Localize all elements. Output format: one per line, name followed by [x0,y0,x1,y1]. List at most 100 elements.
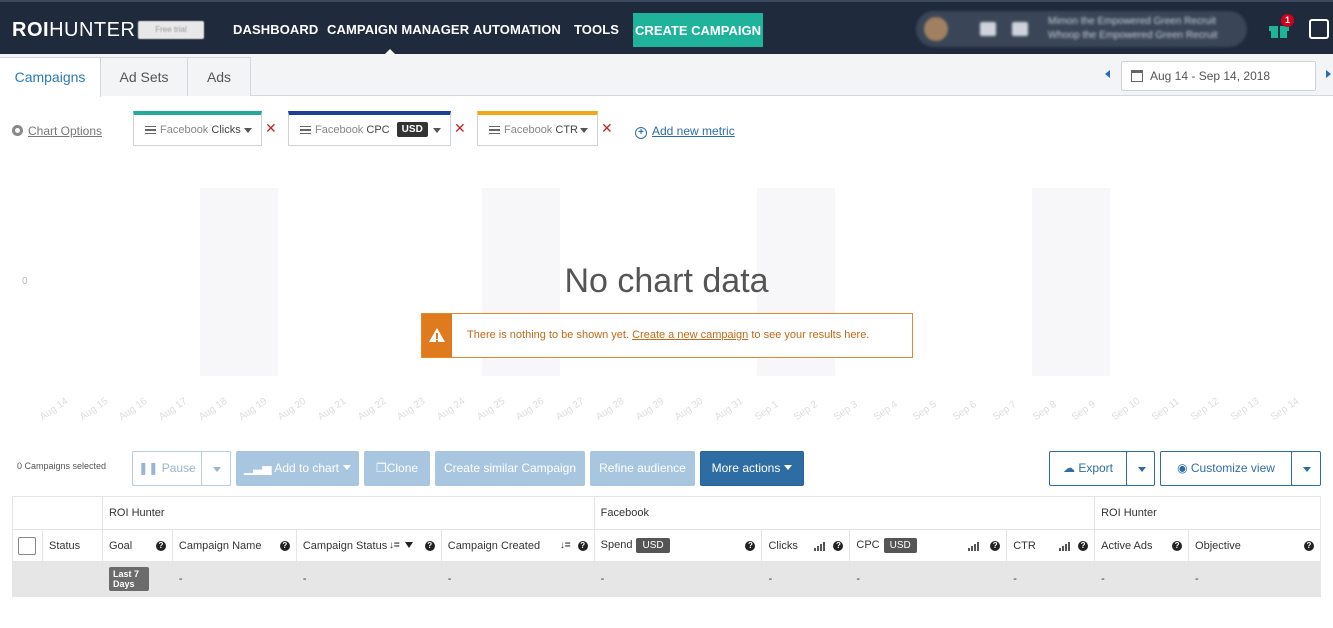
export-dropdown-toggle[interactable] [1126,451,1155,486]
add-new-metric-link[interactable]: + Add new metric [635,124,735,139]
cell-clicks: - [761,561,851,597]
x-axis-tick-label: Aug 14 [38,395,71,424]
col-active-ads[interactable]: Active Ads? [1094,529,1190,562]
help-icon[interactable]: ? [577,541,588,551]
customize-view-button[interactable]: ◉ Customize view [1160,451,1292,486]
cell-objective: - [1188,561,1321,597]
tab-campaigns[interactable]: Campaigns [0,57,101,97]
tab-ads[interactable]: Ads [187,57,251,96]
nav-automation[interactable]: AUTOMATION [473,22,561,37]
empty-state-alert: There is nothing to be shown yet. Create… [421,313,913,358]
create-campaign-button[interactable]: CREATE CAMPAIGN [633,13,763,47]
account-subtitle: Whoop the Empowered Green Recruit [1048,30,1218,41]
menu-icon [300,126,311,134]
help-icon[interactable]: ? [1172,541,1183,551]
goal-badge: Last 7 Days [108,567,149,591]
copy-icon: ❐ [375,461,387,475]
col-ctr[interactable]: CTR ? [1006,529,1096,562]
nav-dashboard[interactable]: DASHBOARD [233,22,318,37]
entity-tabs-bar: Campaigns Ad Sets Ads Aug 14 - Sep 14, 2… [0,54,1333,97]
cell-active-ads: - [1094,561,1190,597]
add-to-chart-button[interactable]: ▁▃▅ Add to chart [236,451,359,486]
help-icon[interactable]: ? [279,541,290,551]
date-range-picker[interactable]: Aug 14 - Sep 14, 2018 [1121,61,1316,91]
help-icon[interactable]: ? [1078,541,1089,551]
metric-selector-ctr[interactable]: Facebook CTR [477,111,598,146]
metric-name: CPC [366,124,390,136]
help-icon[interactable]: ? [155,541,166,551]
col-spend[interactable]: Spend USD? [593,529,763,562]
refine-audience-button[interactable]: Refine audience [590,451,695,486]
inbox-icon[interactable] [1309,19,1329,39]
col-campaign-created[interactable]: Campaign Created ↓= ? [440,529,595,562]
col-goal[interactable]: Goal? [101,529,173,562]
help-icon[interactable]: ? [424,541,435,551]
warning-icon [422,314,452,357]
col-clicks[interactable]: Clicks ? [761,529,851,562]
x-axis-tick-label: Sep 11 [1149,396,1182,424]
sort-icon[interactable]: ↓= [560,540,571,551]
nav-tools[interactable]: TOOLS [574,22,619,37]
x-axis-tick-label: Sep 7 [990,399,1019,424]
remove-metric-ctr-icon[interactable]: ✕ [601,120,613,137]
alert-message: There is nothing to be shown yet. Create… [467,329,869,341]
metric-prefix: Facebook [504,124,553,136]
menu-icon [145,126,156,134]
group-roi-hunter-2: ROI Hunter [1094,496,1321,530]
help-icon[interactable]: ? [1304,541,1314,551]
col-active-ads-label: Active Ads [1101,539,1153,552]
x-axis-tick-label: Aug 17 [157,395,190,424]
flag-icon [980,22,996,36]
export-button[interactable]: ☁ Export [1049,451,1127,486]
x-axis-tick-label: Sep 10 [1109,395,1143,424]
currency-badge: USD [636,538,670,553]
create-similar-campaign-button[interactable]: Create similar Campaign [435,451,585,486]
remove-metric-clicks-icon[interactable]: ✕ [265,120,277,137]
pause-button[interactable]: ❚❚ Pause [132,451,202,486]
customize-dropdown-toggle[interactable] [1291,451,1321,486]
chart-options-link[interactable]: Chart Options [12,124,102,138]
col-campaign-name[interactable]: Campaign Name? [171,529,297,562]
x-axis-tick-label: Sep 12 [1189,395,1222,424]
help-icon[interactable]: ? [745,541,756,551]
x-axis-tick-label: Aug 20 [276,395,309,424]
metric-selector-clicks[interactable]: Facebook Clicks [133,111,262,146]
add-to-chart-label: Add to chart [274,461,340,475]
col-status[interactable]: Status [41,529,103,562]
tab-ad-sets[interactable]: Ad Sets [100,57,188,96]
col-cpc[interactable]: CPC USD ? [849,529,1008,562]
remove-metric-cpc-icon[interactable]: ✕ [454,120,466,137]
col-objective[interactable]: Objective? [1188,529,1321,562]
nav-campaign-manager[interactable]: CAMPAIGN MANAGER [327,22,469,37]
select-all-checkbox[interactable] [18,536,36,555]
pause-dropdown-toggle[interactable] [201,451,231,486]
header-row: Status Goal? Campaign Name? Campaign Sta… [12,529,1321,562]
chevron-down-icon [244,128,252,133]
filter-icon[interactable] [404,542,413,548]
date-next-arrow[interactable] [1326,70,1331,78]
help-icon[interactable]: ? [990,541,1001,551]
sort-icon[interactable]: ↓= [389,540,400,551]
create-campaign-link[interactable]: Create a new campaign [632,329,748,341]
bar-chart-icon: ▁▃▅ [243,461,272,475]
x-axis-tick-label: Aug 24 [435,395,468,424]
roi-hunter-logo[interactable]: ROIHUNTER [12,19,135,42]
cloud-download-icon: ☁ [1062,461,1075,475]
help-icon[interactable]: ? [833,541,844,551]
date-prev-arrow[interactable] [1105,70,1110,78]
no-chart-data-title: No chart data [564,262,769,300]
x-axis-tick-label: Sep 2 [792,399,821,424]
more-actions-button[interactable]: More actions [700,451,804,486]
clone-button[interactable]: ❐Clone [364,451,430,486]
cell-cpc: - [849,561,1008,597]
x-axis-tick-label: Sep 9 [1070,399,1098,424]
eye-icon: ◉ [1177,461,1188,475]
col-campaign-status[interactable]: Campaign Status ↓= ? [295,529,442,562]
group-facebook: Facebook [593,496,1096,530]
metric-selector-cpc[interactable]: Facebook CPC USD [288,111,451,146]
col-campaign-status-label: Campaign Status [302,539,388,552]
pause-label: Pause [161,461,196,475]
x-axis-tick-label: Aug 28 [593,395,627,424]
account-switcher[interactable]: Mimon the Empowered Green Recruit Whoop … [916,11,1247,47]
cell-goal: Last 7 Days [101,561,173,597]
